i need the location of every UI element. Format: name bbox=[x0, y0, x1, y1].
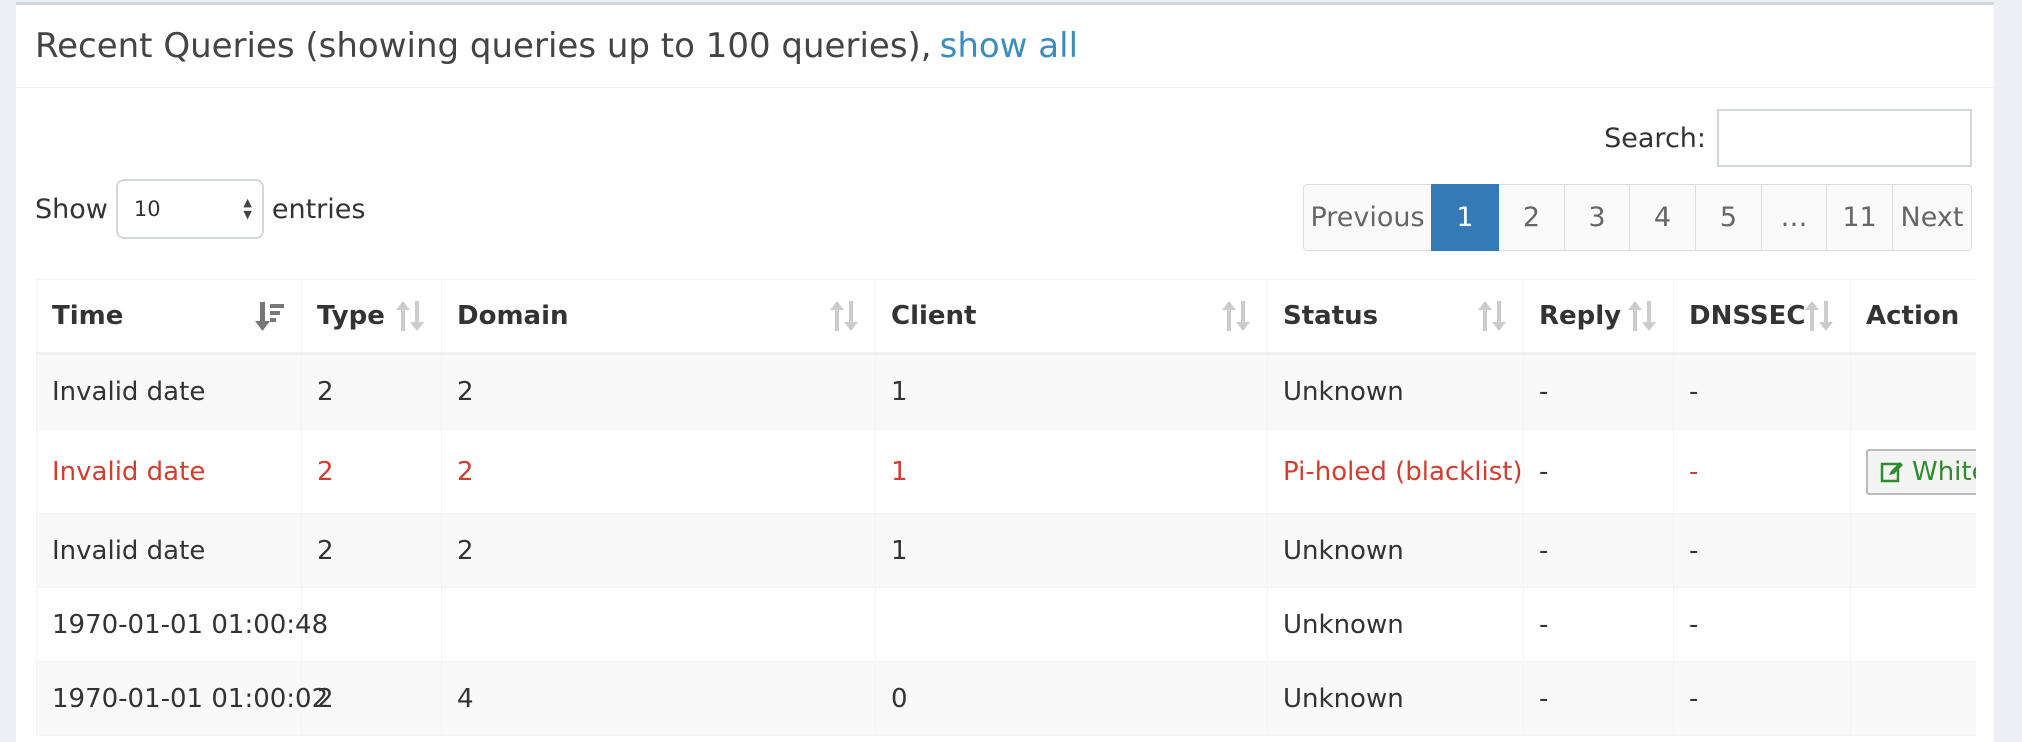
cell-type: 2 bbox=[301, 513, 442, 588]
search-label: Search: bbox=[1604, 122, 1706, 154]
cell-status: Unknown bbox=[1267, 661, 1524, 736]
cell-status: Unknown bbox=[1267, 353, 1524, 430]
sort-both-icon bbox=[1478, 301, 1506, 331]
show-label: Show bbox=[35, 193, 108, 225]
sort-amount-desc-icon bbox=[255, 302, 284, 331]
cell-client: 1 bbox=[875, 353, 1268, 430]
sort-both-icon bbox=[1805, 301, 1833, 331]
cell-dnssec: - bbox=[1673, 513, 1851, 588]
cell-status: Unknown bbox=[1267, 513, 1524, 588]
sort-both-icon bbox=[830, 301, 858, 331]
cell-client bbox=[875, 587, 1268, 662]
cell-type: 2 bbox=[301, 353, 442, 430]
cell-dnssec: - bbox=[1673, 429, 1851, 514]
column-header-reply[interactable]: Reply bbox=[1523, 279, 1674, 355]
cell-time: 1970-01-01 01:00:02 bbox=[36, 661, 328, 736]
recent-queries-box: Recent Queries (showing queries up to 10… bbox=[16, 2, 1994, 742]
table-header-row: Time Type Domain Client Status Reply DNS… bbox=[36, 279, 1976, 355]
cell-status: Unknown bbox=[1267, 587, 1524, 662]
cell-action bbox=[1850, 513, 1976, 588]
cell-dnssec: - bbox=[1673, 661, 1851, 736]
cell-time: Invalid date bbox=[36, 353, 302, 430]
column-header-type[interactable]: Type bbox=[301, 279, 442, 355]
cell-dnssec: - bbox=[1673, 353, 1851, 430]
entries-label: entries bbox=[271, 193, 366, 225]
edit-icon bbox=[1880, 461, 1903, 482]
cell-action bbox=[1850, 353, 1976, 430]
cell-reply: - bbox=[1523, 513, 1674, 588]
whitelist-button-label: Whitelist bbox=[1912, 456, 1976, 487]
cell-reply: - bbox=[1523, 661, 1674, 736]
cell-domain: 2 bbox=[441, 353, 876, 430]
cell-type: 2 bbox=[301, 661, 442, 736]
cell-client: 0 bbox=[875, 661, 1268, 736]
cell-domain: 2 bbox=[441, 513, 876, 588]
cell-time: Invalid date bbox=[36, 429, 302, 514]
cell-reply: - bbox=[1523, 429, 1674, 514]
entries-select-value: 10 bbox=[133, 197, 161, 221]
column-header-domain[interactable]: Domain bbox=[441, 279, 876, 355]
table-row: Invalid date 2 2 1 Unknown - - bbox=[36, 513, 1976, 588]
cell-reply: - bbox=[1523, 353, 1674, 430]
page-button-5[interactable]: 5 bbox=[1695, 184, 1762, 251]
select-arrows-icon: ▲ ▼ bbox=[243, 196, 252, 221]
sort-both-icon bbox=[1628, 301, 1656, 331]
whitelist-button[interactable]: Whitelist bbox=[1866, 448, 1976, 495]
page-button-11[interactable]: 11 bbox=[1826, 184, 1893, 251]
column-header-status[interactable]: Status bbox=[1267, 279, 1524, 355]
pagination: Previous 1 2 3 4 5 … 11 Next bbox=[1303, 184, 1972, 251]
cell-domain: 4 bbox=[441, 661, 876, 736]
column-header-client[interactable]: Client bbox=[875, 279, 1268, 355]
table-row: Invalid date 2 2 1 Unknown - - bbox=[36, 353, 1976, 430]
cell-action bbox=[1850, 661, 1976, 736]
cell-time: Invalid date bbox=[36, 513, 302, 588]
page-button-3[interactable]: 3 bbox=[1564, 184, 1630, 251]
page-button-4[interactable]: 4 bbox=[1629, 184, 1696, 251]
box-header: Recent Queries (showing queries up to 10… bbox=[16, 5, 1994, 88]
cell-domain bbox=[441, 587, 876, 662]
cell-dnssec: - bbox=[1673, 587, 1851, 662]
box-title: Recent Queries (showing queries up to 10… bbox=[35, 26, 932, 66]
cell-time: 1970-01-01 01:00:48 bbox=[36, 587, 328, 662]
queries-table-wrapper: Time Type Domain Client Status Reply DNS… bbox=[36, 279, 1976, 736]
table-row: 1970-01-01 01:00:48 Unknown - - bbox=[36, 587, 1976, 662]
queries-table: Time Type Domain Client Status Reply DNS… bbox=[36, 279, 1976, 736]
sort-both-icon bbox=[1222, 301, 1250, 331]
page-button-1[interactable]: 1 bbox=[1431, 184, 1499, 251]
table-row: Invalid date 2 2 1 Pi-holed (blacklist) … bbox=[36, 429, 1976, 514]
column-header-time[interactable]: Time bbox=[36, 279, 302, 355]
next-page-button[interactable]: Next bbox=[1892, 184, 1972, 251]
cell-action: Whitelist bbox=[1850, 429, 1976, 514]
table-row: 1970-01-01 01:00:02 2 4 0 Unknown - - bbox=[36, 661, 1976, 736]
column-header-dnssec[interactable]: DNSSEC bbox=[1673, 279, 1851, 355]
show-all-link[interactable]: show all bbox=[940, 26, 1078, 66]
cell-type: 2 bbox=[301, 429, 442, 514]
cell-client: 1 bbox=[875, 513, 1268, 588]
search-row: Search: bbox=[1604, 109, 1972, 167]
search-input[interactable] bbox=[1717, 109, 1972, 167]
cell-domain: 2 bbox=[441, 429, 876, 514]
entries-select[interactable]: 10 ▲ ▼ bbox=[115, 179, 264, 239]
sort-both-icon bbox=[396, 301, 424, 331]
cell-action bbox=[1850, 587, 1976, 662]
cell-status: Pi-holed (blacklist) bbox=[1267, 429, 1524, 514]
cell-client: 1 bbox=[875, 429, 1268, 514]
previous-page-button[interactable]: Previous bbox=[1303, 184, 1432, 251]
cell-reply: - bbox=[1523, 587, 1674, 662]
entries-length-control: Show 10 ▲ ▼ entries bbox=[35, 179, 365, 239]
page-button-2[interactable]: 2 bbox=[1498, 184, 1565, 251]
column-header-action: Action bbox=[1850, 279, 1976, 355]
page-ellipsis: … bbox=[1761, 184, 1827, 251]
